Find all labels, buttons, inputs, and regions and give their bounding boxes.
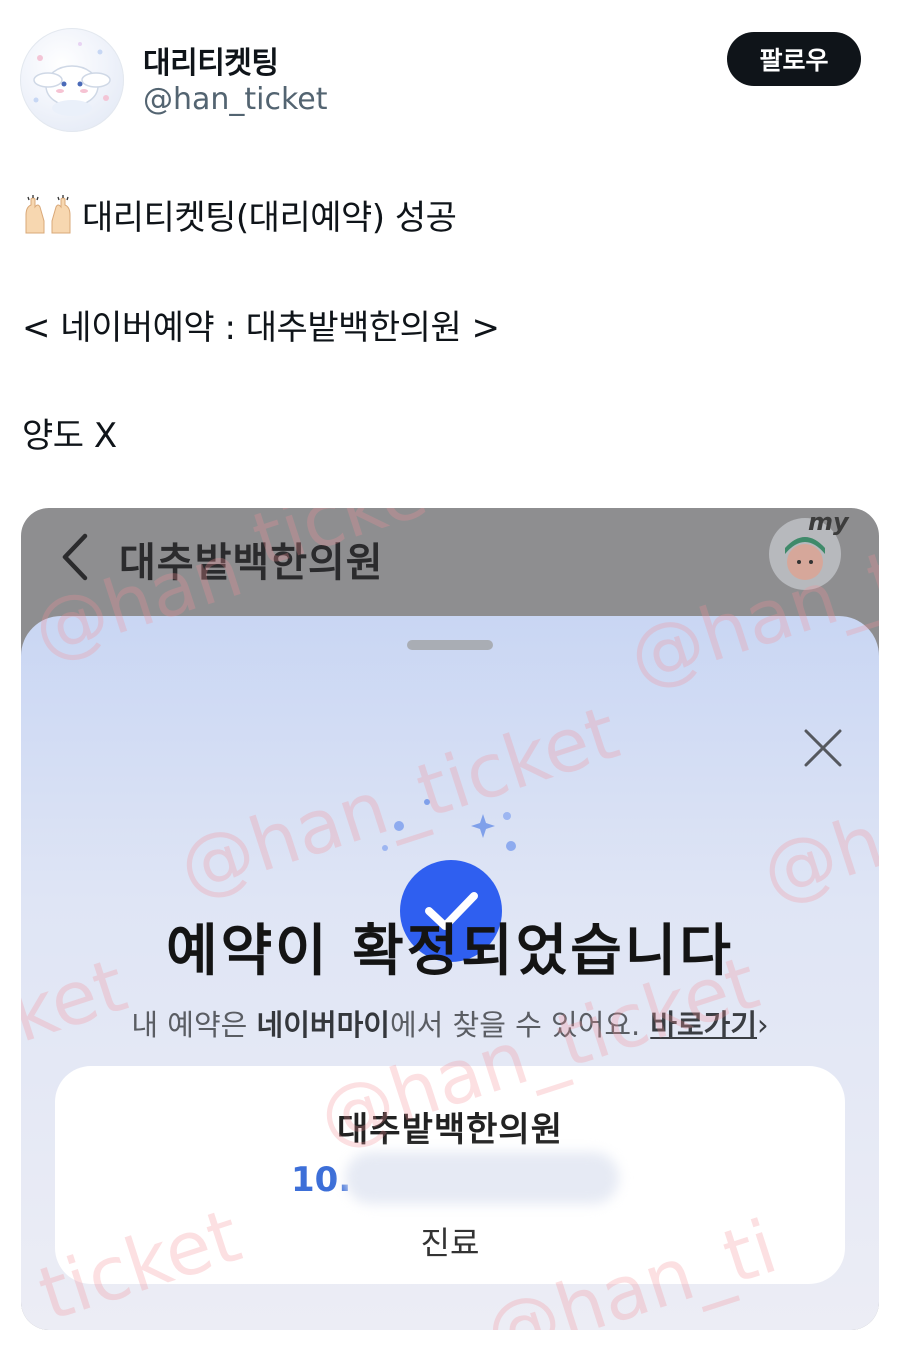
my-label: my bbox=[808, 508, 849, 536]
raising-hands-emoji-icon bbox=[25, 195, 71, 234]
confirmation-title: 예약이 확정되었습니다 bbox=[166, 919, 734, 984]
confirmation-sheet: 예약이 확정되었습니다 내 예약은 네이버마이에서 찾을 수 있어요. 바로가기›… bbox=[21, 616, 879, 1330]
profile-avatar[interactable] bbox=[20, 28, 124, 132]
app-bar: 대추밭백한의원 my bbox=[21, 508, 879, 616]
chevron-right-icon: › bbox=[757, 1008, 769, 1042]
sub-suffix: 에서 찾을 수 있어요. bbox=[389, 1008, 641, 1042]
tweet-line-3: 양도 X bbox=[22, 416, 117, 456]
sub-prefix: 내 예약은 bbox=[131, 1008, 257, 1042]
tweet-line-2: < 네이버예약 : 대추밭백한의원 > bbox=[22, 308, 500, 348]
card-clinic-name: 대추밭백한의원 bbox=[337, 1110, 563, 1150]
sheet-grabber bbox=[407, 640, 493, 650]
user-handle[interactable]: @han_ticket bbox=[143, 82, 328, 117]
card-service-type: 진료 bbox=[420, 1224, 480, 1262]
close-icon bbox=[804, 729, 842, 767]
confirmation-subtext: 내 예약은 네이버마이에서 찾을 수 있어요. 바로가기› bbox=[21, 1002, 879, 1044]
naver-my-label: 네이버마이 bbox=[256, 1008, 390, 1042]
shortcut-link[interactable]: 바로가기 bbox=[650, 1008, 757, 1042]
card-date: 10. bbox=[291, 1160, 352, 1200]
display-name[interactable]: 대리티켓팅 bbox=[143, 38, 279, 82]
follow-button[interactable]: 팔로우 bbox=[727, 32, 861, 86]
tweet-line-1: 대리티켓팅(대리예약) 성공 bbox=[22, 190, 457, 239]
tweet-media-image[interactable]: 대추밭백한의원 my 예약이 확정되었습니다 내 예약은 네이버마이에서 찾을 … bbox=[21, 508, 879, 1330]
blurred-date-time bbox=[345, 1152, 619, 1204]
app-title: 대추밭백한의원 bbox=[119, 540, 384, 586]
reservation-card: 대추밭백한의원 10. 진료 bbox=[55, 1066, 845, 1284]
tweet-text-success: 대리티켓팅(대리예약) 성공 bbox=[82, 198, 457, 238]
back-arrow-icon bbox=[62, 533, 88, 581]
cinnamoroll-avatar-image bbox=[33, 42, 111, 116]
